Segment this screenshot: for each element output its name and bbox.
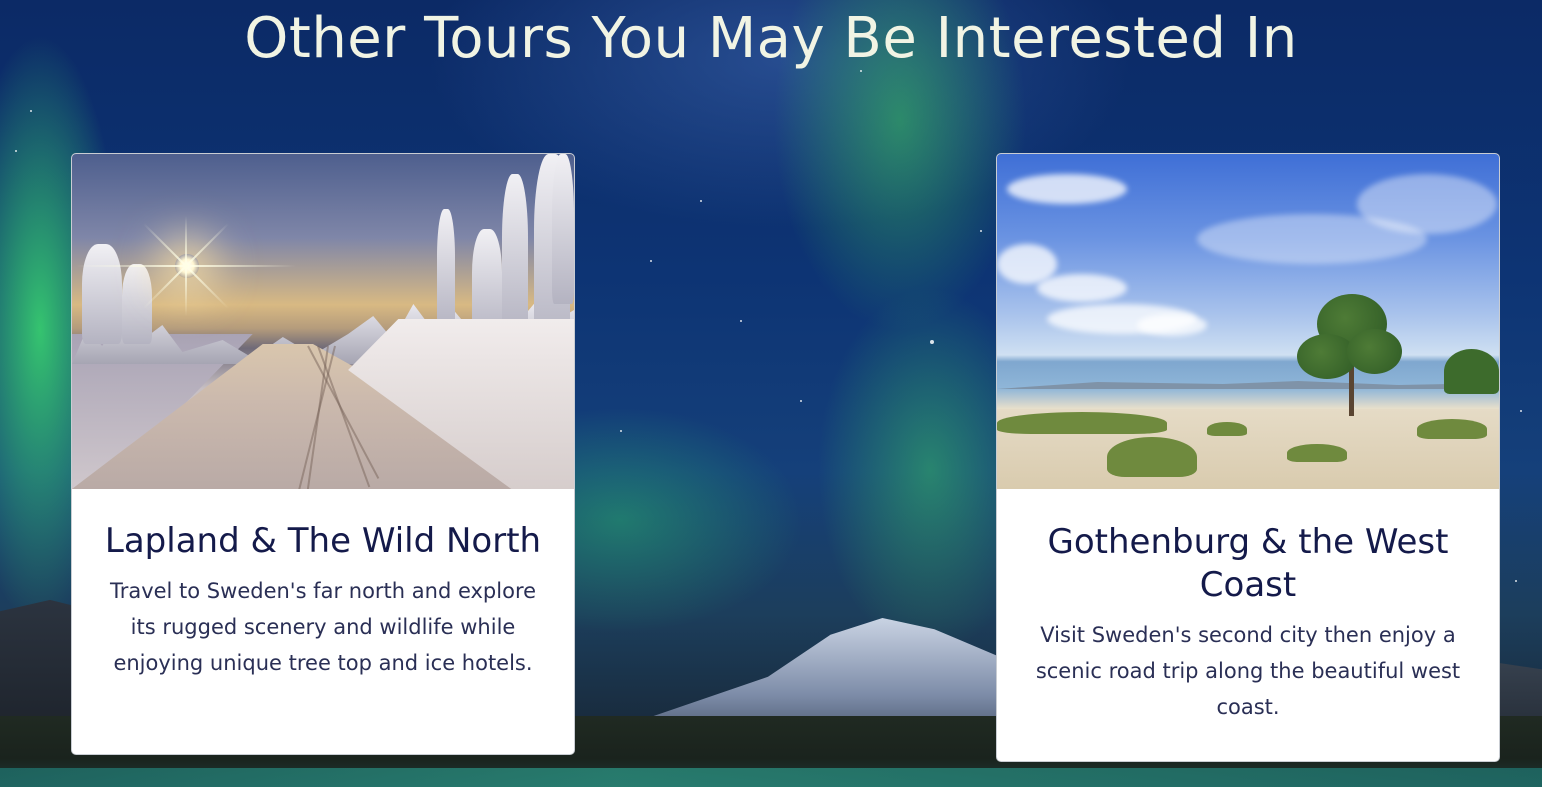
section-title: Other Tours You May Be Interested In	[244, 6, 1298, 71]
water-reflection	[0, 768, 1542, 787]
tour-card-west-coast[interactable]: Gothenburg & the West Coast Visit Sweden…	[996, 153, 1500, 762]
tour-description: Visit Sweden's second city then enjoy a …	[1035, 623, 1461, 719]
tour-title[interactable]: Lapland & The Wild North	[72, 489, 574, 563]
tour-image-lapland[interactable]	[72, 154, 574, 489]
tour-image-west-coast[interactable]	[997, 154, 1499, 489]
tour-card-lapland[interactable]: Lapland & The Wild North Travel to Swede…	[71, 153, 575, 755]
tour-description: Travel to Sweden's far north and explore…	[109, 579, 537, 675]
tours-page: { "section": { "title": "Other Tours You…	[0, 0, 1542, 787]
tour-title[interactable]: Gothenburg & the West Coast	[997, 489, 1499, 607]
